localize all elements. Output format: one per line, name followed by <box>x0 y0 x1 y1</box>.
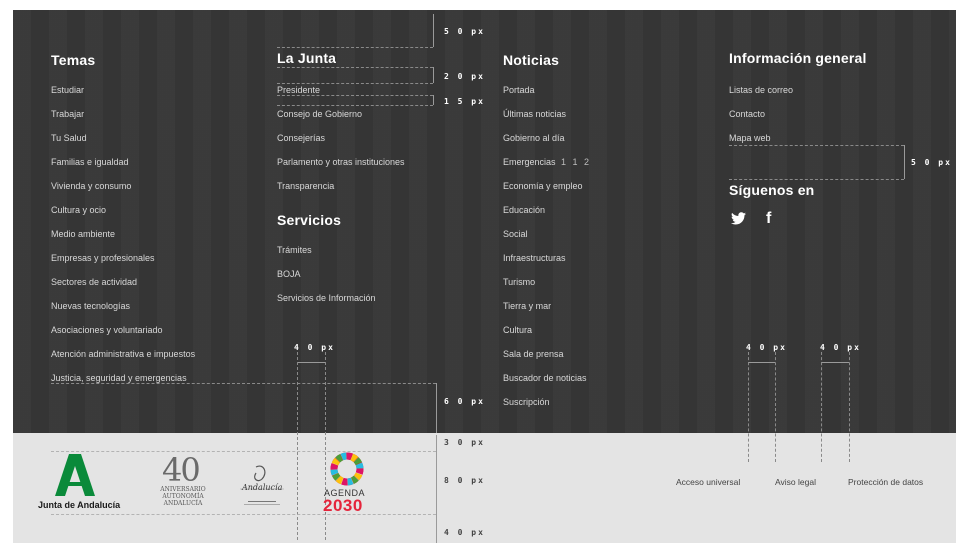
guide-line <box>277 105 433 106</box>
temas-link[interactable]: Empresas y profesionales <box>51 253 155 263</box>
measure-50-right: 5 0 px <box>911 158 952 167</box>
junta-link[interactable]: Parlamento y otras instituciones <box>277 157 405 167</box>
measure-50-right-line <box>904 145 905 179</box>
noticias-link[interactable]: Emergencias <box>503 157 556 167</box>
guide-line <box>277 67 433 68</box>
measure-40-mid-line <box>297 362 325 363</box>
temas-link[interactable]: Nuevas tecnologías <box>51 301 130 311</box>
anniversary-number: 40 <box>162 451 201 489</box>
temas-link[interactable]: Justicia, seguridad y emergencias <box>51 373 187 383</box>
siguenos-heading: Síguenos en <box>729 182 815 198</box>
info-link[interactable]: Contacto <box>729 109 765 119</box>
emergency-number[interactable]: 1 1 2 <box>561 157 591 167</box>
guide-line <box>51 383 436 384</box>
info-link[interactable]: Mapa web <box>729 133 771 143</box>
noticias-link[interactable]: Turismo <box>503 277 535 287</box>
footer-link-acceso-universal[interactable]: Acceso universal <box>676 477 740 487</box>
junta-brand-name: Junta de Andalucía <box>38 500 121 510</box>
noticias-link[interactable]: Sala de prensa <box>503 349 564 359</box>
measure-30-line <box>436 435 437 451</box>
anniversary-line: AUTONOMÍA <box>162 493 204 500</box>
measure-30: 3 0 px <box>444 438 485 447</box>
footer-link-proteccion-datos[interactable]: Protección de datos <box>848 477 923 487</box>
noticias-heading: Noticias <box>503 52 560 68</box>
junta-heading: La Junta <box>277 50 337 66</box>
measure-40-a-line <box>748 362 775 363</box>
junta-link[interactable]: Consejerías <box>277 133 325 143</box>
temas-link[interactable]: Medio ambiente <box>51 229 115 239</box>
temas-link[interactable]: Estudiar <box>51 85 84 95</box>
guide-line <box>849 352 850 462</box>
noticias-link[interactable]: Tierra y mar <box>503 301 551 311</box>
info-heading: Información general <box>729 50 867 66</box>
measure-20-line <box>433 67 434 83</box>
servicios-link[interactable]: Trámites <box>277 245 312 255</box>
andalucia-logo-icon[interactable]: Andalucía <box>234 461 290 511</box>
temas-link[interactable]: Trabajar <box>51 109 84 119</box>
info-link[interactable]: Listas de correo <box>729 85 793 95</box>
servicios-link[interactable]: BOJA <box>277 269 301 279</box>
noticias-link[interactable]: Suscripción <box>503 397 550 407</box>
anniversary-line: ANIVERSARIO <box>160 486 206 493</box>
twitter-icon[interactable] <box>731 212 747 228</box>
temas-link[interactable]: Cultura y ocio <box>51 205 106 215</box>
noticias-link[interactable]: Buscador de noticias <box>503 373 587 383</box>
andalucia-script: Andalucía <box>242 483 283 492</box>
temas-link[interactable]: Atención administrativa e impuestos <box>51 349 195 359</box>
junta-link[interactable]: Consejo de Gobierno <box>277 109 362 119</box>
guide-line <box>277 83 433 84</box>
temas-link[interactable]: Vivienda y consumo <box>51 181 131 191</box>
measure-15: 1 5 px <box>444 97 485 106</box>
agenda-2030-wheel-icon[interactable] <box>329 451 365 487</box>
measure-40-mid: 4 0 px <box>294 343 335 352</box>
measure-40-bottom-line <box>436 514 437 543</box>
servicios-link[interactable]: Servicios de Información <box>277 293 376 303</box>
measure-40-b: 4 0 px <box>820 343 861 352</box>
measure-60: 6 0 px <box>444 397 485 406</box>
junta-link[interactable]: Transparencia <box>277 181 334 191</box>
measure-80: 8 0 px <box>444 476 485 485</box>
guide-line <box>775 352 776 462</box>
noticias-link[interactable]: Infraestructuras <box>503 253 566 263</box>
junta-link[interactable]: Presidente <box>277 85 320 95</box>
noticias-link[interactable]: Social <box>503 229 528 239</box>
measure-50-top: 5 0 px <box>444 27 485 36</box>
servicios-heading: Servicios <box>277 212 342 228</box>
anniversary-line: ANDALUCÍA <box>163 500 203 507</box>
guide-line <box>297 352 298 540</box>
temas-link[interactable]: Familias e igualdad <box>51 157 129 167</box>
anniversary-text: ANIVERSARIO AUTONOMÍA ANDALUCÍA <box>150 486 216 507</box>
measure-40-b-line <box>821 362 849 363</box>
temas-link[interactable]: Tu Salud <box>51 133 87 143</box>
facebook-icon[interactable]: f <box>766 210 771 228</box>
measure-15-line <box>433 95 434 105</box>
guide-line <box>277 47 433 48</box>
guide-line <box>729 145 904 146</box>
measure-80-line <box>436 451 437 514</box>
temas-link[interactable]: Asociaciones y voluntariado <box>51 325 163 335</box>
temas-heading: Temas <box>51 52 96 68</box>
guide-line <box>51 451 436 452</box>
guide-line <box>277 95 433 96</box>
guide-line <box>821 352 822 462</box>
measure-60-line <box>436 383 437 433</box>
junta-logo-icon[interactable] <box>55 452 95 496</box>
measure-50-top-line <box>433 14 434 47</box>
guide-line <box>51 514 436 515</box>
noticias-link[interactable]: Últimas noticias <box>503 109 566 119</box>
measure-40-bottom: 4 0 px <box>444 528 485 537</box>
noticias-link[interactable]: Economía y empleo <box>503 181 583 191</box>
footer-link-aviso-legal[interactable]: Aviso legal <box>775 477 816 487</box>
noticias-link[interactable]: Portada <box>503 85 535 95</box>
noticias-link[interactable]: Cultura <box>503 325 532 335</box>
agenda-year: 2030 <box>323 496 363 515</box>
noticias-link[interactable]: Educación <box>503 205 545 215</box>
guide-line <box>748 352 749 462</box>
temas-link[interactable]: Sectores de actividad <box>51 277 137 287</box>
guide-line <box>729 179 904 180</box>
measure-20: 2 0 px <box>444 72 485 81</box>
measure-40-a: 4 0 px <box>746 343 787 352</box>
noticias-link[interactable]: Gobierno al día <box>503 133 565 143</box>
